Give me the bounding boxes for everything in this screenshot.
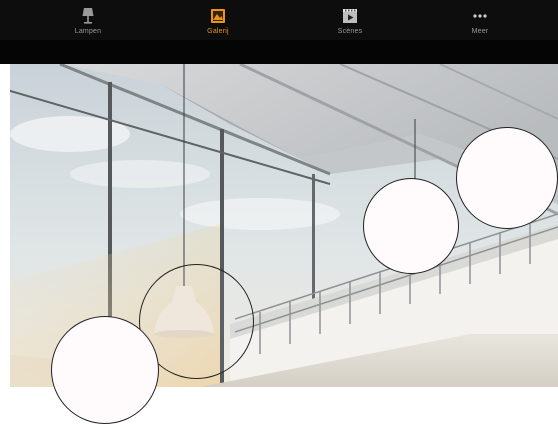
tab-meer[interactable]: Meer	[420, 0, 540, 40]
tab-label: Galerij	[207, 28, 229, 35]
left-edge	[0, 64, 10, 387]
lamp-icon	[81, 6, 95, 26]
scenes-icon	[342, 6, 358, 26]
tab-label: Meer	[471, 28, 489, 35]
lamp-marker-4[interactable]	[456, 127, 558, 229]
lamp-marker-3[interactable]	[363, 178, 459, 274]
tab-bar: Lampen Galerij Scènes Meer	[0, 0, 558, 40]
tab-label: Scènes	[337, 28, 363, 35]
lamp-marker-2[interactable]	[51, 316, 159, 424]
more-icon	[472, 6, 488, 26]
tab-lampen[interactable]: Lampen	[28, 0, 148, 40]
tab-label: Lampen	[74, 28, 102, 35]
toolbar-strip	[0, 40, 558, 64]
gallery-icon	[210, 6, 226, 26]
tab-galerij[interactable]: Galerij	[158, 0, 278, 40]
tab-scenes[interactable]: Scènes	[290, 0, 410, 40]
